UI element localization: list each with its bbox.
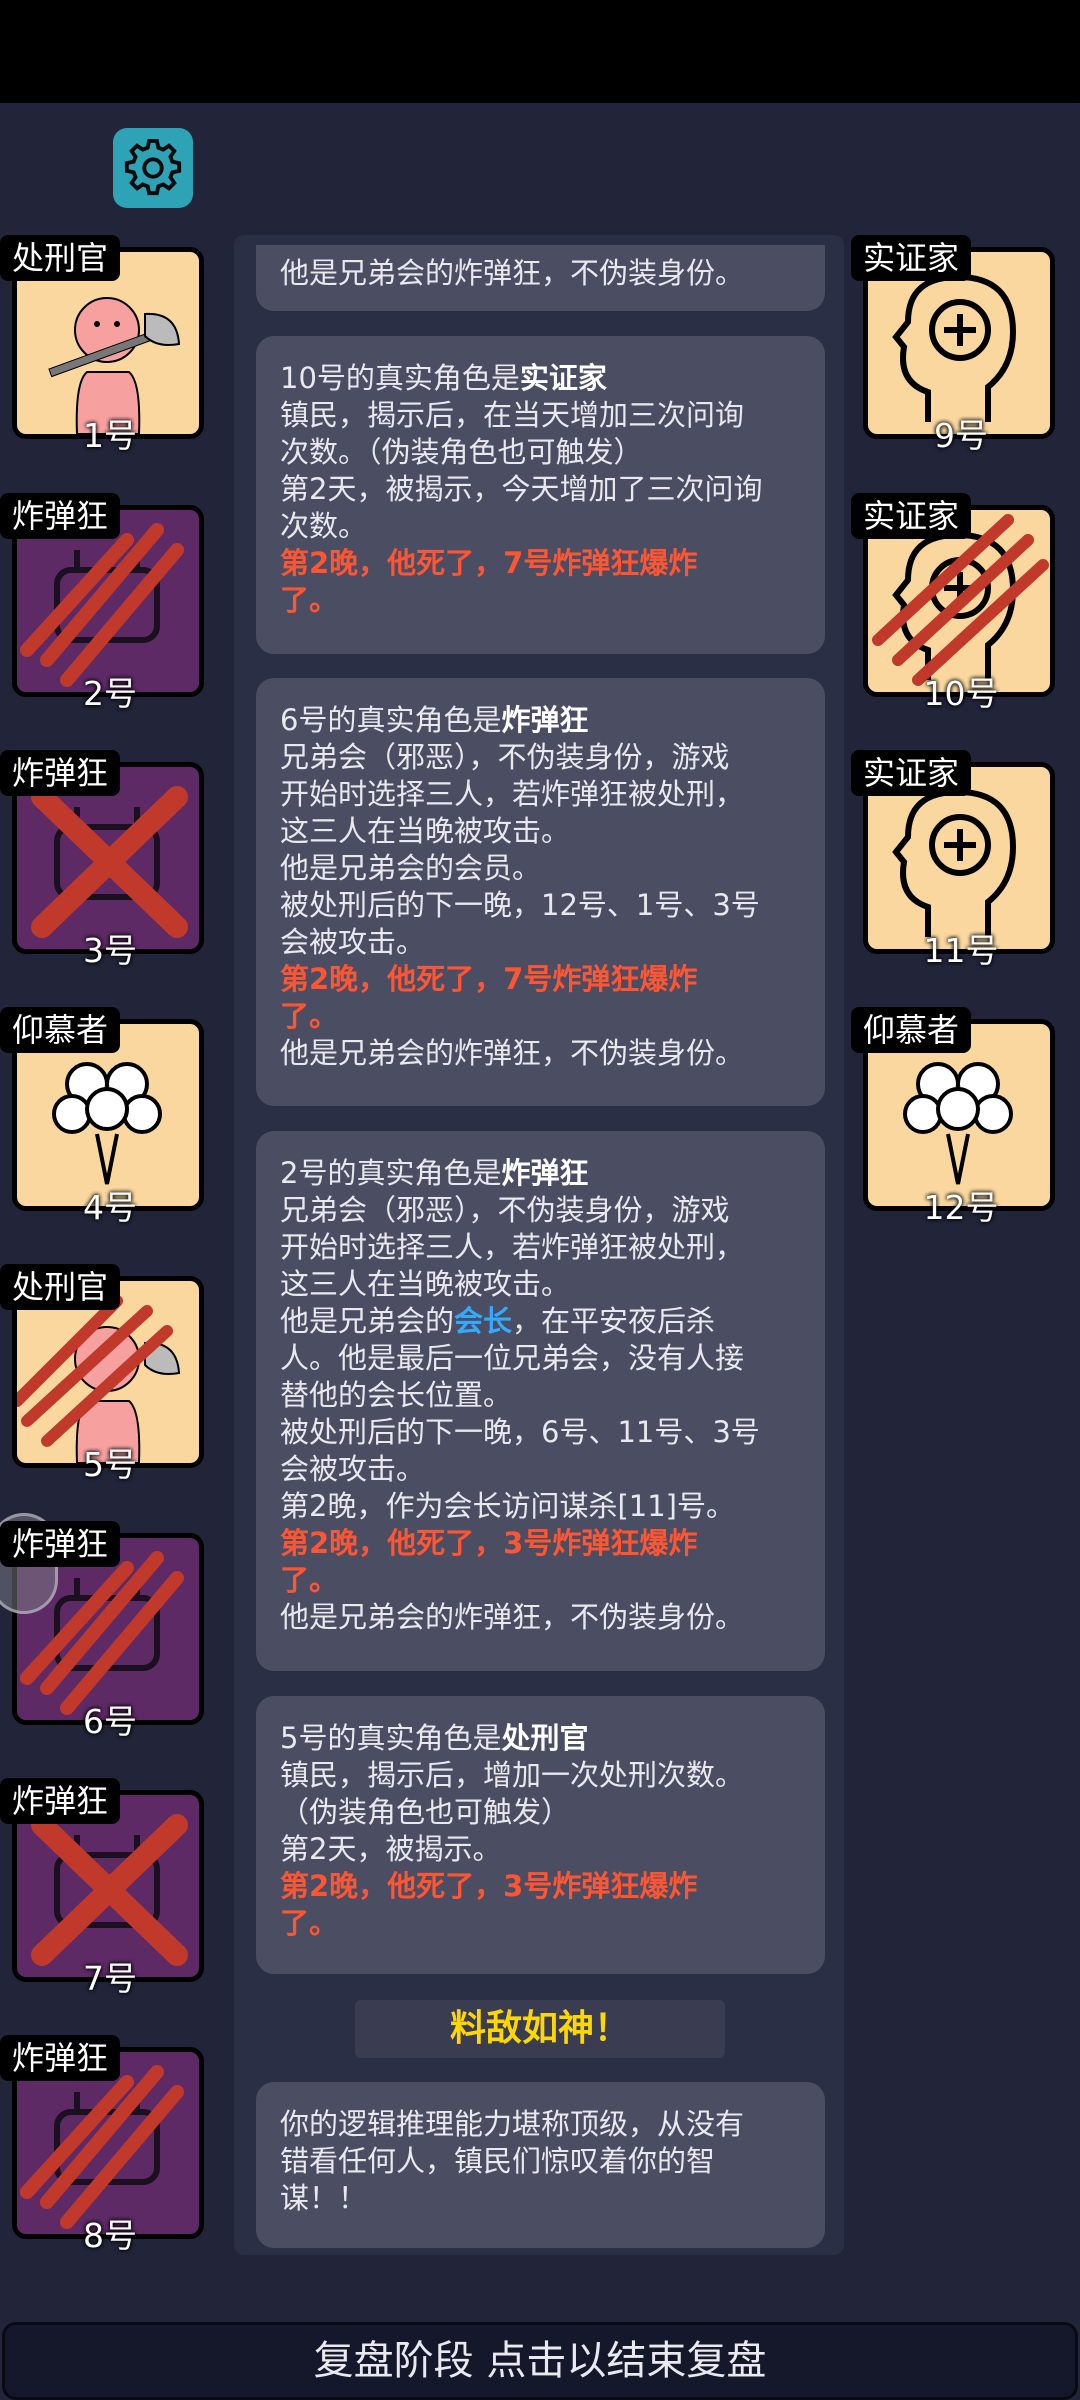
message-line: （伪装角色也可触发） (280, 1795, 571, 1829)
player-number: 8号 (83, 2216, 137, 2255)
player-card-2[interactable]: 炸弹狂 2号 (0, 493, 204, 713)
player-number: 5号 (83, 1445, 137, 1484)
message-line: 兄弟会（邪恶），不伪装身份，游戏 (280, 1193, 730, 1227)
message-line: 第2晚，作为会长访问谋杀[11]号。 (280, 1489, 735, 1523)
player-card-5[interactable]: 处刑官 5号 (0, 1264, 204, 1484)
message-card-0: 他是兄弟会的炸弹狂，不伪装身份。 (256, 245, 825, 311)
death-line: 第2晚，他死了，7号炸弹狂爆炸 (280, 962, 698, 996)
message-line: 次数。 (280, 509, 368, 543)
settings-button[interactable] (113, 128, 193, 208)
player-card-11[interactable]: 实证家 11号 (851, 750, 1055, 970)
player-card-8[interactable]: 炸弹狂 8号 (0, 2035, 204, 2255)
role-label: 炸弹狂 (0, 750, 121, 796)
player-number: 12号 (923, 1188, 999, 1227)
message-line: 这三人在当晚被攻击。 (280, 814, 571, 848)
player-number: 11号 (923, 931, 999, 970)
player-card-9[interactable]: 实证家 9号 (851, 235, 1055, 455)
message-line: 他是兄弟会的炸弹狂，不伪装身份。 (280, 1036, 745, 1070)
role-label: 炸弹狂 (0, 1778, 121, 1824)
message-line: 替他的会长位置。 (280, 1378, 513, 1412)
death-line: 了。 (280, 1906, 339, 1940)
player-card-10[interactable]: 实证家 10号 (851, 493, 1055, 713)
message-heading: 10号的真实角色是实证家 (280, 361, 607, 395)
role-name: 处刑官 (501, 1721, 589, 1755)
death-line: 第2晚，他死了，3号炸弹狂爆炸 (280, 1526, 698, 1560)
summary-card: 你的逻辑推理能力堪称顶级，从没有 错看任何人，镇民们惊叹着你的智 谋！！ (256, 2082, 825, 2248)
summary-line: 错看任何人，镇民们惊叹着你的智 (280, 2144, 716, 2178)
player-card-1[interactable]: 处刑官 1号 (0, 235, 204, 455)
player-number: 7号 (83, 1959, 137, 1998)
death-line: 第2晚，他死了，7号炸弹狂爆炸 (280, 546, 698, 580)
player-card-6[interactable]: 炸弹狂 6号 (0, 1521, 204, 1741)
end-review-button[interactable]: 复盘阶段 点击以结束复盘 (2, 2322, 1078, 2400)
message-line: 被处刑后的下一晚，6号、11号、3号 (280, 1415, 760, 1449)
player-number: 2号 (83, 674, 137, 713)
message-line: 镇民，揭示后，增加一次处刑次数。 (280, 1758, 745, 1792)
message-line: 开始时选择三人，若炸弹狂被处刑， (280, 1230, 745, 1264)
player-number: 6号 (83, 1702, 137, 1741)
summary-line: 谋！！ (280, 2181, 368, 2215)
player-number: 9号 (934, 416, 988, 455)
leader-keyword: 会长 (454, 1304, 513, 1338)
status-bar (0, 0, 1080, 103)
player-card-7[interactable]: 炸弹狂 7号 (0, 1778, 204, 1998)
role-label: 处刑官 (0, 235, 121, 281)
player-number: 1号 (83, 416, 137, 455)
role-name: 炸弹狂 (501, 703, 589, 737)
message-line: 第2天，被揭示。 (280, 1832, 502, 1866)
role-label: 炸弹狂 (0, 2035, 121, 2081)
message-line: 会被攻击。 (280, 925, 426, 959)
message-line: 镇民，揭示后，在当天增加三次问询 (280, 398, 745, 432)
summary-line: 你的逻辑推理能力堪称顶级，从没有 (280, 2107, 745, 2141)
message-card-2: 6号的真实角色是炸弹狂 兄弟会（邪恶），不伪装身份，游戏 开始时选择三人，若炸弹… (256, 678, 825, 1106)
death-line: 第2晚，他死了，3号炸弹狂爆炸 (280, 1869, 698, 1903)
message-line: 他是兄弟会的炸弹狂，不伪装身份。 (280, 1600, 745, 1634)
role-label: 实证家 (851, 750, 972, 796)
message-line: 他是兄弟会的会员。 (280, 851, 542, 885)
message-heading: 5号的真实角色是处刑官 (280, 1721, 589, 1755)
role-label: 实证家 (851, 235, 972, 281)
player-number: 4号 (83, 1188, 137, 1227)
role-label: 仰慕者 (851, 1007, 972, 1053)
role-name: 炸弹狂 (501, 1156, 589, 1190)
player-number: 3号 (83, 931, 137, 970)
death-line: 了。 (280, 999, 339, 1033)
player-number: 10号 (923, 674, 999, 713)
message-line: 他是兄弟会的会长，在平安夜后杀 (280, 1304, 716, 1338)
message-card-1: 10号的真实角色是实证家 镇民，揭示后，在当天增加三次问询 次数。（伪装角色也可… (256, 336, 825, 654)
role-name: 实证家 (519, 361, 607, 395)
role-label: 实证家 (851, 493, 972, 539)
message-card-3: 2号的真实角色是炸弹狂 兄弟会（邪恶），不伪装身份，游戏 开始时选择三人，若炸弹… (256, 1131, 825, 1671)
role-label: 处刑官 (0, 1264, 121, 1310)
message-line: 这三人在当晚被攻击。 (280, 1267, 571, 1301)
gear-icon (124, 138, 182, 196)
message-line: 开始时选择三人，若炸弹狂被处刑， (280, 777, 745, 811)
role-label: 仰慕者 (0, 1007, 121, 1053)
message-line: 第2天，被揭示，今天增加了三次问询 (280, 472, 763, 506)
message-line: 次数。（伪装角色也可触发） (280, 435, 643, 469)
death-line: 了。 (280, 583, 339, 617)
player-card-4[interactable]: 仰慕者 4号 (0, 1007, 204, 1227)
player-card-12[interactable]: 仰慕者 12号 (851, 1007, 1055, 1227)
message-line: 人。他是最后一位兄弟会，没有人接 (280, 1341, 745, 1375)
role-label: 炸弹狂 (0, 493, 121, 539)
message-line: 兄弟会（邪恶），不伪装身份，游戏 (280, 740, 730, 774)
death-line: 了。 (280, 1563, 339, 1597)
message-card-4: 5号的真实角色是处刑官 镇民，揭示后，增加一次处刑次数。 （伪装角色也可触发） … (256, 1696, 825, 1974)
result-banner: 料敌如神！ (355, 2000, 725, 2058)
message-line: 会被攻击。 (280, 1452, 426, 1486)
message-line: 被处刑后的下一晚，12号、1号、3号 (280, 888, 760, 922)
message-heading: 2号的真实角色是炸弹狂 (280, 1156, 589, 1190)
role-label: 炸弹狂 (0, 1521, 121, 1567)
message-line: 他是兄弟会的炸弹狂，不伪装身份。 (280, 256, 745, 290)
message-heading: 6号的真实角色是炸弹狂 (280, 703, 589, 737)
player-card-3[interactable]: 炸弹狂 3号 (0, 750, 204, 970)
